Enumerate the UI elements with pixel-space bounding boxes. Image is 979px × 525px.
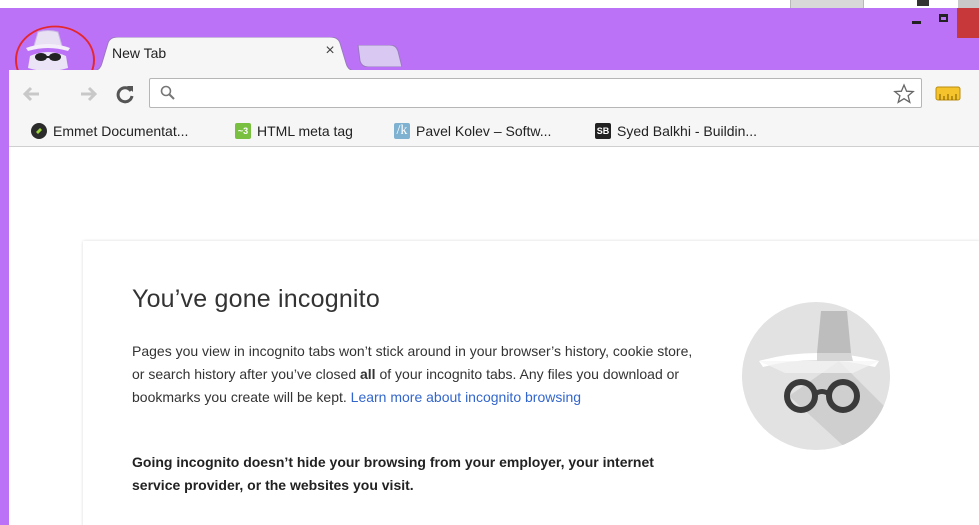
tab-new-tab[interactable]: New Tab ×	[92, 37, 356, 71]
reload-icon	[116, 86, 134, 104]
window-controls	[903, 8, 979, 38]
back-arrow-icon	[22, 86, 39, 102]
page-content: You’ve gone incognito Pages you view in …	[9, 147, 979, 525]
pavel-favicon-icon: /k	[394, 123, 410, 139]
description-bold: all	[360, 366, 376, 382]
html-favicon-icon: ~3	[235, 123, 251, 139]
syed-favicon-icon: SB	[595, 123, 611, 139]
bookmark-pavel-kolev[interactable]: /k Pavel Kolev – Softw...	[394, 121, 551, 141]
new-tab-button[interactable]	[356, 44, 403, 68]
incognito-warning: Going incognito doesn’t hide your browsi…	[132, 454, 654, 493]
star-icon[interactable]	[893, 83, 915, 105]
bookmark-label: Pavel Kolev – Softw...	[416, 123, 552, 139]
browser-toolbar	[9, 70, 979, 116]
reload-button[interactable]	[114, 83, 136, 105]
back-button[interactable]	[21, 83, 43, 105]
emmet-favicon-icon	[31, 123, 47, 139]
incognito-card: You’ve gone incognito Pages you view in …	[83, 241, 979, 525]
learn-more-link[interactable]: Learn more about incognito browsing	[351, 389, 581, 405]
bookmark-label: Syed Balkhi - Buildin...	[617, 123, 758, 139]
window-left-border	[0, 8, 9, 525]
search-icon	[160, 85, 175, 100]
maximize-icon	[939, 14, 948, 22]
bookmark-label: HTML meta tag	[257, 123, 353, 139]
page-title: You’ve gone incognito	[132, 285, 380, 313]
bookmark-label: Emmet Documentat...	[53, 123, 189, 139]
address-bar[interactable]	[149, 78, 922, 108]
forward-button[interactable]	[77, 83, 99, 105]
background-window-close	[958, 0, 979, 8]
minimize-button[interactable]	[903, 8, 930, 28]
tab-title: New Tab	[112, 45, 167, 61]
screen: New Tab × Emmet Documentat... ~3 HTML me…	[0, 0, 979, 525]
address-input[interactable]	[180, 83, 864, 105]
incognito-spy-icon	[742, 302, 890, 450]
bookmark-html-meta-tag[interactable]: ~3 HTML meta tag	[235, 121, 353, 141]
tab-close-icon[interactable]: ×	[322, 43, 338, 59]
incognito-description: Pages you view in incognito tabs won’t s…	[132, 340, 702, 409]
minimize-icon	[912, 20, 921, 24]
bookmark-emmet[interactable]: Emmet Documentat...	[31, 121, 188, 141]
forward-arrow-icon	[81, 86, 98, 102]
maximize-button[interactable]	[930, 8, 957, 28]
ruler-extension-icon[interactable]	[934, 82, 962, 104]
bookmark-syed-balkhi[interactable]: SB Syed Balkhi - Buildin...	[595, 121, 757, 141]
bookmarks-bar: Emmet Documentat... ~3 HTML meta tag /k …	[9, 116, 979, 147]
close-window-button[interactable]	[957, 8, 979, 38]
background-window-control	[917, 0, 929, 6]
